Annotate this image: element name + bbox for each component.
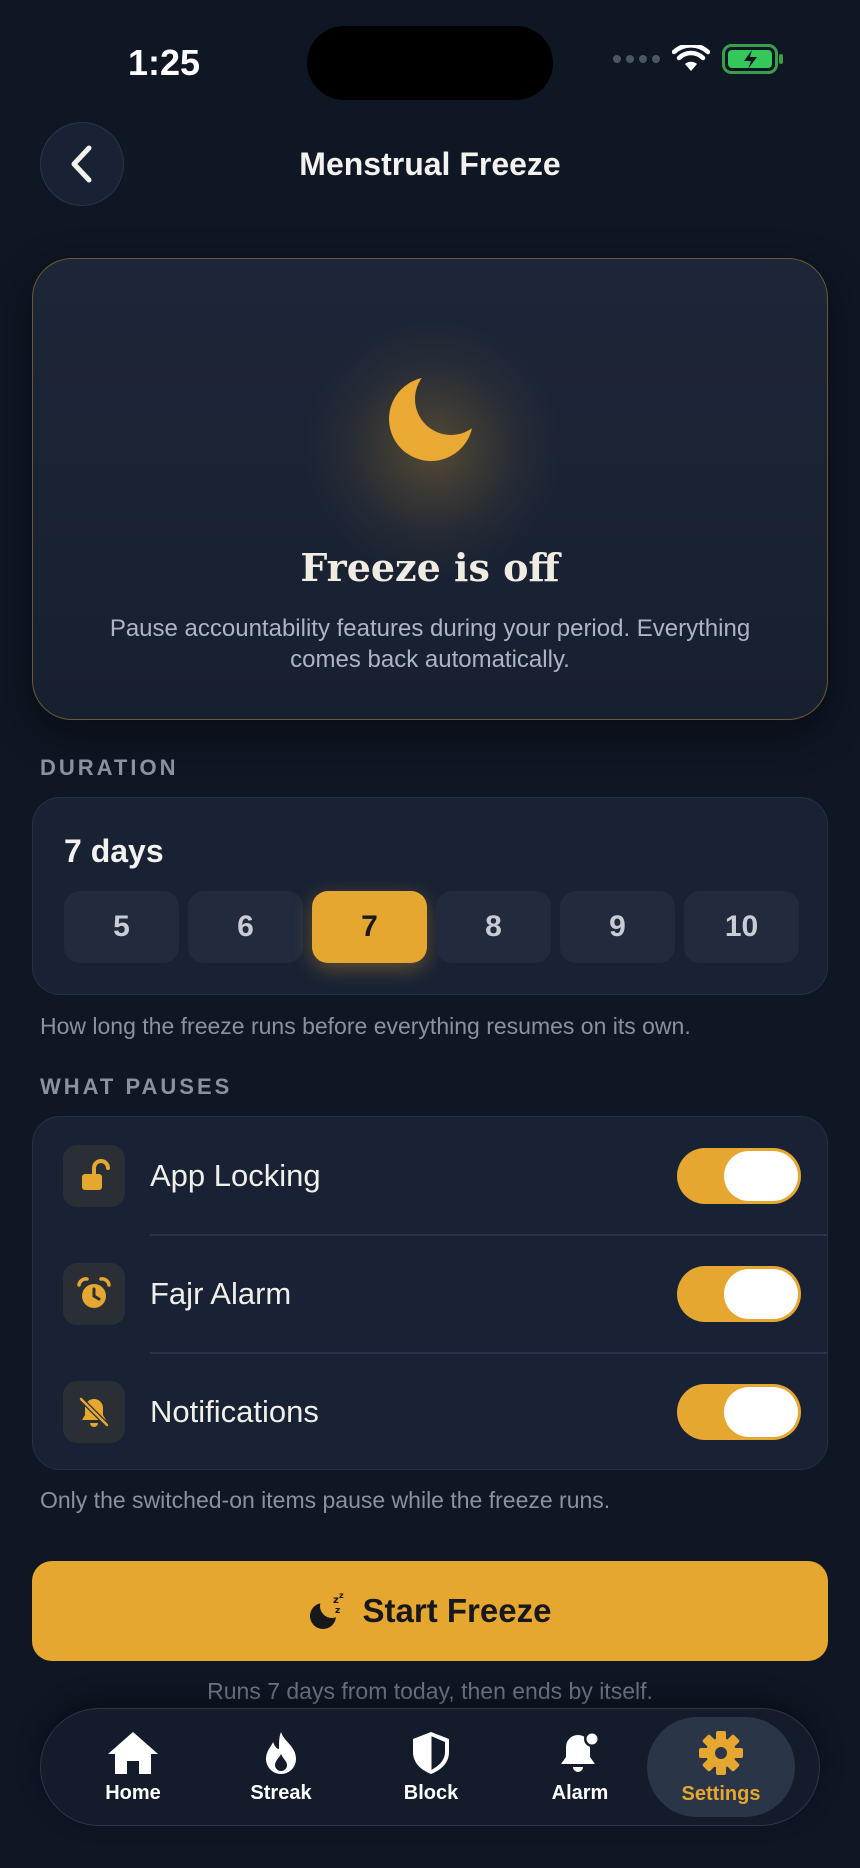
gear-icon [699, 1730, 743, 1775]
cellular-signal-icon [613, 55, 660, 63]
duration-option[interactable]: 9 [560, 891, 675, 963]
start-freeze-button[interactable]: z z z Start Freeze [32, 1561, 828, 1661]
duration-helper-text: How long the freeze runs before everythi… [40, 1013, 691, 1039]
svg-text:z: z [339, 1591, 344, 1600]
pause-item-notifications: Notifications [33, 1353, 827, 1469]
tab-alarm[interactable]: Alarm [506, 1717, 654, 1817]
page-title: Menstrual Freeze [299, 146, 561, 182]
pause-item-label: Fajr Alarm [150, 1276, 292, 1311]
moon-icon [389, 377, 473, 461]
freeze-status-title: Freeze is off [300, 545, 560, 590]
tab-label: Block [403, 1781, 459, 1804]
what-pauses-section-label: WHAT PAUSES [40, 1074, 233, 1099]
freeze-description: Pause accountability features during you… [109, 615, 751, 673]
duration-option[interactable]: 6 [188, 891, 303, 963]
toggle-knob [724, 1269, 798, 1319]
tab-block[interactable]: Block [357, 1717, 505, 1817]
dynamic-island [307, 26, 553, 100]
tab-bar: Home Streak Block Alarm Settings [40, 1708, 820, 1826]
duration-option[interactable]: 10 [684, 891, 799, 963]
svg-text:z: z [335, 1606, 340, 1616]
app-locking-toggle[interactable] [677, 1148, 801, 1204]
pauses-helper-text: Only the switched-on items pause while t… [40, 1487, 611, 1513]
status-time: 1:25 [128, 42, 201, 83]
duration-option[interactable]: 8 [436, 891, 551, 963]
tab-label: Home [105, 1781, 161, 1804]
unlock-icon [63, 1145, 125, 1207]
duration-value: 7 days [64, 833, 164, 869]
tab-settings[interactable]: Settings [647, 1717, 795, 1817]
fajr-alarm-toggle[interactable] [677, 1266, 801, 1322]
home-icon [108, 1731, 158, 1774]
tab-streak[interactable]: Streak [207, 1717, 355, 1817]
bell-icon [561, 1730, 600, 1772]
pause-item-label: App Locking [150, 1158, 321, 1193]
toggle-knob [724, 1151, 798, 1201]
pause-item-app-locking: App Locking [33, 1117, 827, 1235]
tab-home[interactable]: Home [59, 1717, 207, 1817]
duration-card: 7 days 5 6 7 8 9 10 [32, 797, 828, 995]
alarm-clock-icon [63, 1263, 125, 1325]
pause-item-fajr-alarm: Fajr Alarm [33, 1235, 827, 1353]
duration-section-label: DURATION [40, 755, 179, 780]
duration-options: 5 6 7 8 9 10 [64, 891, 799, 963]
freeze-run-note: Runs 7 days from today, then ends by its… [207, 1678, 653, 1704]
battery-icon [722, 44, 783, 74]
wifi-icon [672, 45, 710, 71]
duration-option[interactable]: 5 [64, 891, 179, 963]
pause-item-label: Notifications [150, 1394, 319, 1429]
notifications-toggle[interactable] [677, 1384, 801, 1440]
tab-label: Settings [681, 1782, 761, 1805]
shield-icon [413, 1731, 449, 1774]
flame-icon [266, 1731, 296, 1774]
bell-off-icon [63, 1381, 125, 1443]
tab-label: Streak [250, 1781, 312, 1804]
tab-label: Alarm [551, 1781, 609, 1804]
start-freeze-label: Start Freeze [362, 1592, 552, 1629]
duration-option-selected[interactable]: 7 [312, 891, 427, 963]
what-pauses-card: App Locking Fajr Alarm Notifications [32, 1116, 828, 1470]
moon-sleep-icon: z z z [309, 1591, 344, 1629]
toggle-knob [724, 1387, 798, 1437]
freeze-status-card: Freeze is off Pause accountability featu… [32, 258, 828, 720]
status-indicators [613, 44, 784, 74]
